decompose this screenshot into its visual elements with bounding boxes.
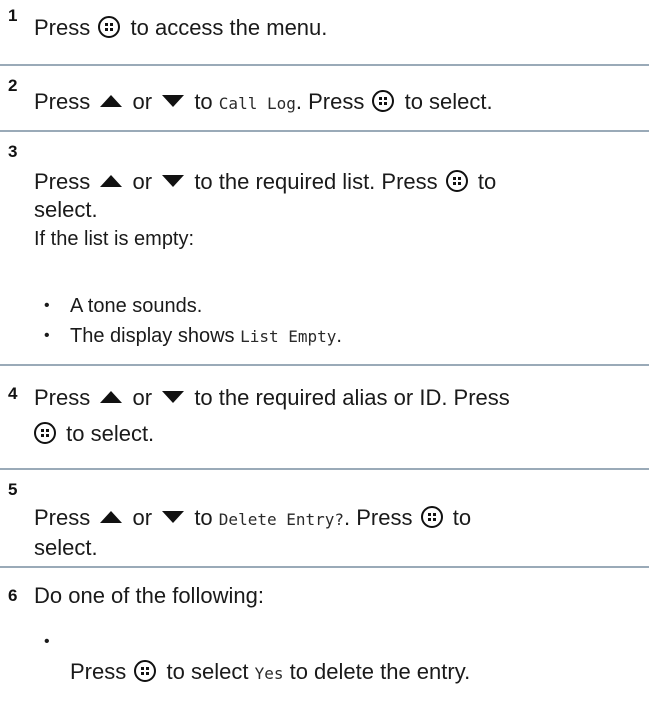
- up-arrow-icon: [100, 391, 123, 403]
- step-text: Press or to Call Log. Press to select.: [34, 89, 493, 114]
- step-text: Press or to Delete Entry?. Press to sele…: [34, 505, 472, 560]
- menu-path: Call Log: [218, 94, 296, 113]
- step-number: 1: [8, 6, 18, 25]
- step-text: Press to access the menu.: [34, 15, 328, 40]
- step-text: Do one of the following:: [34, 583, 264, 608]
- divider: [0, 566, 649, 568]
- up-arrow-icon: [100, 175, 123, 187]
- menu-ok-button-icon: [34, 422, 56, 444]
- step-number: 5: [8, 480, 18, 499]
- menu-ok-button-icon: [372, 90, 395, 112]
- menu-ok-button-icon: [134, 660, 157, 682]
- step-text: Press or to the required list. Press to …: [34, 169, 497, 250]
- down-arrow-icon: [162, 391, 185, 403]
- menu-ok-button-icon: [420, 506, 443, 528]
- divider: [0, 64, 649, 66]
- up-arrow-icon: [100, 95, 123, 107]
- down-arrow-icon: [162, 95, 185, 107]
- step-number: 3: [8, 142, 18, 161]
- step-number: 4: [8, 384, 18, 403]
- down-arrow-icon: [162, 175, 185, 187]
- up-arrow-icon: [100, 511, 123, 523]
- menu-ok-button-icon: [98, 16, 121, 38]
- down-arrow-icon: [162, 511, 185, 523]
- menu-ok-button-icon: [445, 170, 468, 192]
- step-number: 2: [8, 76, 18, 95]
- step-text: Press or to the required alias or ID. Pr…: [34, 385, 510, 446]
- divider: [0, 468, 649, 470]
- menu-path: Delete Entry?: [218, 510, 345, 529]
- divider: [0, 130, 649, 132]
- step-number: 6: [8, 586, 18, 605]
- divider: [0, 364, 649, 366]
